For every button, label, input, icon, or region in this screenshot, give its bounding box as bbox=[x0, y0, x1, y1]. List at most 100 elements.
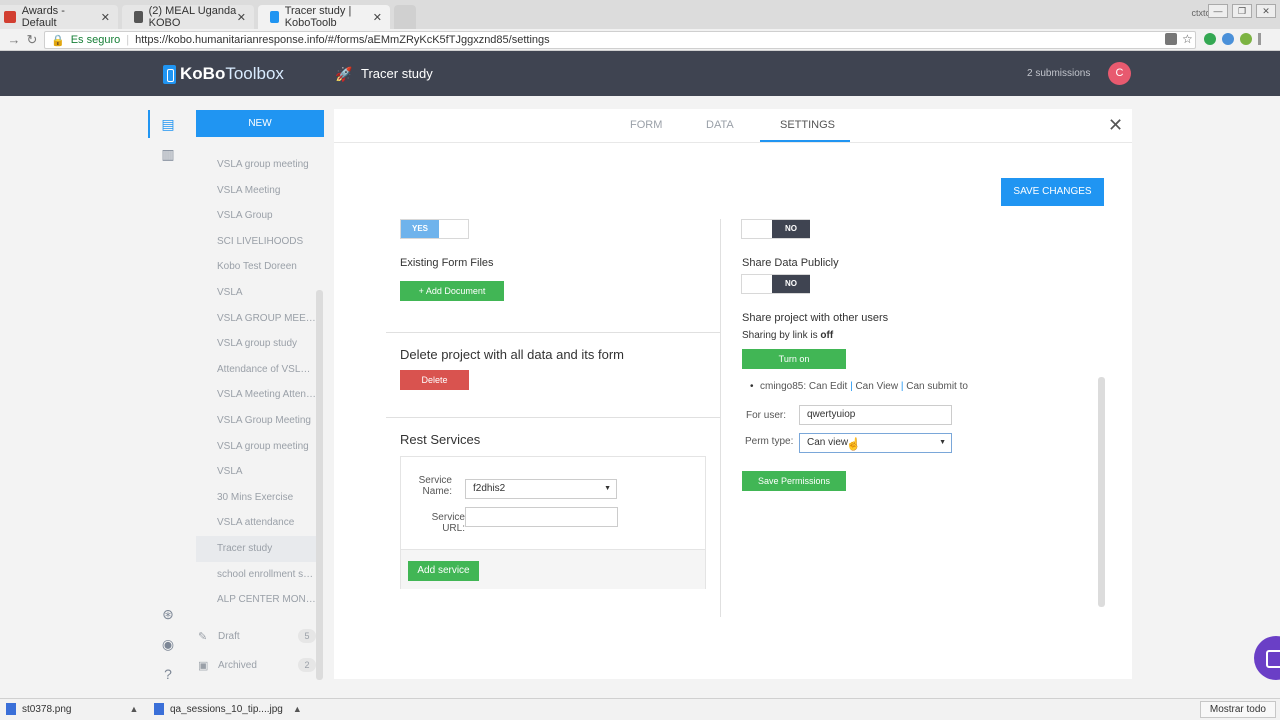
sidebar-draft[interactable]: ✎ Draft 5 bbox=[198, 628, 316, 644]
list-item[interactable]: SCI LIVELIHOODS bbox=[196, 229, 316, 255]
kobotoolbox-logo[interactable]: KoBo Toolbox bbox=[163, 64, 284, 84]
rest-services-heading: Rest Services bbox=[400, 432, 481, 447]
list-item[interactable]: VSLA group meeting bbox=[196, 152, 316, 178]
share-users-label: Share project with other users bbox=[742, 312, 889, 324]
list-item[interactable]: VSLA Meeting Attend... bbox=[196, 382, 316, 408]
chevron-down-icon: ▼ bbox=[604, 485, 611, 492]
library-icon[interactable]: ▥ bbox=[160, 146, 176, 162]
tab-favicon-icon bbox=[134, 11, 143, 23]
new-button[interactable]: NEW bbox=[196, 110, 324, 137]
tab-data[interactable]: DATA bbox=[706, 119, 734, 131]
list-item-active[interactable]: Tracer study bbox=[196, 535, 316, 562]
forms-icon[interactable]: ▤ bbox=[160, 116, 176, 132]
divider bbox=[386, 332, 720, 333]
download-item[interactable]: st0378.png ▲ bbox=[6, 703, 138, 715]
delete-button[interactable]: Delete bbox=[400, 370, 469, 390]
archive-icon: ▣ bbox=[198, 660, 209, 672]
browser-tab-meal-uganda[interactable]: (2) MEAL Uganda KOBO ✕ bbox=[122, 5, 254, 29]
list-item[interactable]: VSLA Group bbox=[196, 203, 316, 229]
save-permissions-button[interactable]: Save Permissions bbox=[742, 471, 846, 491]
chevron-up-icon[interactable]: ▲ bbox=[293, 704, 302, 714]
browser-tab-tracer-study[interactable]: Tracer study | KoboToolb ✕ bbox=[258, 5, 390, 29]
perm-type-select[interactable]: Can view ▼ bbox=[799, 433, 952, 453]
list-item[interactable]: VSLA group study bbox=[196, 331, 316, 357]
for-user-input[interactable]: qwertyuiop bbox=[799, 405, 952, 425]
rail-active-indicator bbox=[148, 110, 150, 138]
archived-count: 2 bbox=[298, 658, 316, 672]
sidebar-archived[interactable]: ▣ Archived 2 bbox=[198, 657, 316, 673]
browser-tab-bar: Awards - Default ✕ (2) MEAL Uganda KOBO … bbox=[0, 0, 1280, 29]
service-name-select[interactable]: f2dhis2 ▼ bbox=[465, 479, 617, 499]
app-header: KoBo Toolbox 🚀 Tracer study 2 submissions… bbox=[0, 51, 1280, 96]
list-item[interactable]: VSLA Group Meeting bbox=[196, 408, 316, 434]
project-list: VSLA group meeting VSLA Meeting VSLA Gro… bbox=[196, 152, 316, 612]
github-icon[interactable]: ◉ bbox=[160, 636, 176, 652]
service-name-label: Service Name: bbox=[418, 475, 452, 497]
url-field[interactable]: 🔒 Es seguro | https://kobo.humanitarianr… bbox=[44, 31, 1196, 49]
tab-settings[interactable]: SETTINGS bbox=[780, 119, 835, 131]
extension-icon[interactable] bbox=[1240, 33, 1252, 45]
list-item[interactable]: Attendance of VSLA ... bbox=[196, 357, 316, 383]
image-file-icon bbox=[6, 703, 16, 715]
chat-icon[interactable] bbox=[1254, 636, 1280, 680]
delete-project-heading: Delete project with all data and its for… bbox=[400, 347, 624, 362]
list-item[interactable]: VSLA bbox=[196, 280, 316, 306]
form-nav: FORM DATA SETTINGS ✕ bbox=[334, 109, 1132, 143]
list-item[interactable]: VSLA group meeting bbox=[196, 434, 316, 460]
tab-label: Awards - Default bbox=[21, 5, 65, 29]
maximize-icon[interactable]: ❐ bbox=[1232, 4, 1252, 18]
tab-close-icon[interactable]: ✕ bbox=[237, 11, 246, 24]
sharing-state: off bbox=[820, 330, 834, 341]
service-url-label: Service URL: bbox=[431, 512, 465, 534]
show-all-button[interactable]: Mostrar todo bbox=[1199, 701, 1276, 718]
avatar[interactable]: C bbox=[1108, 62, 1131, 85]
new-tab-button[interactable] bbox=[394, 5, 416, 29]
tab-label: (2) MEAL Uganda KOBO bbox=[148, 5, 237, 29]
permission-entry: cmingo85: Can Edit | Can View | Can subm… bbox=[750, 381, 968, 392]
list-item[interactable]: VSLA attendance bbox=[196, 510, 316, 536]
star-icon[interactable]: ☆ bbox=[1182, 33, 1194, 45]
chevron-up-icon[interactable]: ▲ bbox=[130, 704, 139, 714]
reload-icon[interactable]: ↻ bbox=[24, 32, 40, 48]
question-icon[interactable]: ? bbox=[160, 666, 176, 682]
list-item[interactable]: VSLA Meeting bbox=[196, 178, 316, 204]
share-data-label: Share Data Publicly bbox=[742, 257, 839, 269]
perm-type-label: Perm type: bbox=[745, 436, 794, 447]
save-changes-button[interactable]: SAVE CHANGES bbox=[1001, 178, 1104, 206]
add-document-button[interactable]: + Add Document bbox=[400, 281, 504, 301]
close-window-icon[interactable]: ✕ bbox=[1256, 4, 1276, 18]
list-item[interactable]: ALP CENTER MONIT... bbox=[196, 587, 316, 612]
draft-count: 5 bbox=[298, 629, 316, 643]
tab-close-icon[interactable]: ✕ bbox=[101, 11, 110, 24]
tab-favicon-icon bbox=[4, 11, 16, 23]
secure-label: Es seguro bbox=[70, 34, 121, 46]
no-toggle[interactable]: NO bbox=[741, 219, 810, 239]
sidebar-scrollbar[interactable] bbox=[316, 290, 323, 680]
share-data-toggle[interactable]: NO bbox=[741, 274, 810, 294]
tab-close-icon[interactable]: ✕ bbox=[373, 11, 382, 24]
browser-tab-awards[interactable]: Awards - Default ✕ bbox=[0, 5, 118, 29]
list-item[interactable]: VSLA bbox=[196, 459, 316, 485]
active-tab-underline bbox=[760, 140, 850, 142]
menu-icon[interactable] bbox=[1258, 33, 1261, 45]
settings-scrollbar[interactable] bbox=[1098, 377, 1105, 607]
tab-form[interactable]: FORM bbox=[630, 119, 662, 131]
extension-icon[interactable] bbox=[1204, 33, 1216, 45]
url-text: https://kobo.humanitarianresponse.info/#… bbox=[135, 34, 550, 46]
list-item[interactable]: Kobo Test Doreen bbox=[196, 254, 316, 280]
translate-icon[interactable] bbox=[1165, 33, 1177, 45]
close-icon[interactable]: ✕ bbox=[1108, 115, 1123, 136]
extension-icon[interactable] bbox=[1222, 33, 1234, 45]
minimize-icon[interactable]: — bbox=[1208, 4, 1228, 18]
yes-toggle[interactable]: YES bbox=[400, 219, 469, 239]
help-circle-icon[interactable]: ⊛ bbox=[160, 606, 176, 622]
list-item[interactable]: VSLA GROUP MEETI... bbox=[196, 306, 316, 332]
forward-icon[interactable]: → bbox=[6, 32, 22, 48]
service-url-input[interactable] bbox=[465, 507, 618, 527]
list-item[interactable]: 30 Mins Exercise bbox=[196, 485, 316, 511]
list-item[interactable]: school enrollment su... bbox=[196, 562, 316, 588]
sharing-by-link-status: Sharing by link is off bbox=[742, 330, 834, 341]
download-item[interactable]: qa_sessions_10_tip....jpg ▲ bbox=[154, 703, 302, 715]
add-service-button[interactable]: Add service bbox=[408, 561, 479, 581]
turn-on-button[interactable]: Turn on bbox=[742, 349, 846, 369]
